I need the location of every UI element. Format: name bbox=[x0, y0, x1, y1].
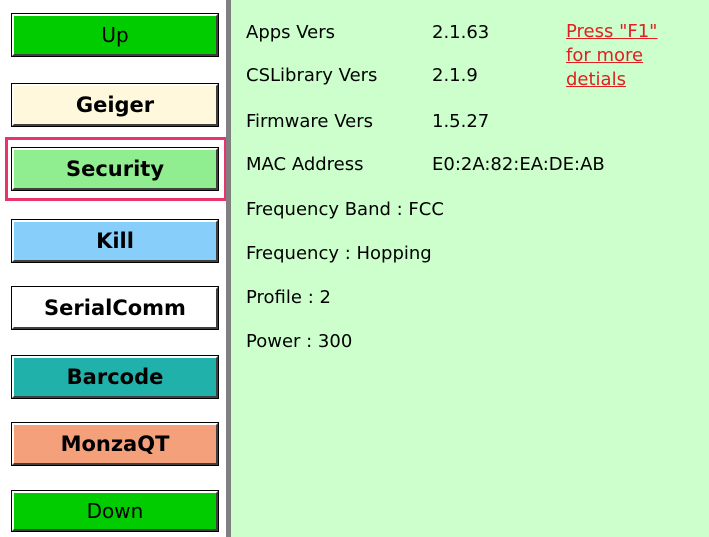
firmware-version-value: 1.5.27 bbox=[432, 111, 490, 132]
f1-help-line-3[interactable]: detials bbox=[566, 68, 657, 92]
barcode-button[interactable]: Barcode bbox=[11, 355, 219, 399]
mac-address-value: E0:2A:82:EA:DE:AB bbox=[432, 154, 605, 175]
frequency: Frequency : Hopping bbox=[246, 243, 432, 264]
f1-help-line-2[interactable]: for more bbox=[566, 44, 657, 68]
monzaqt-button[interactable]: MonzaQT bbox=[11, 422, 219, 466]
profile: Profile : 2 bbox=[246, 287, 331, 308]
down-button[interactable]: Down bbox=[11, 490, 219, 532]
kill-button[interactable]: Kill bbox=[11, 219, 219, 263]
serialcomm-button[interactable]: SerialComm bbox=[11, 286, 219, 330]
geiger-button[interactable]: Geiger bbox=[11, 83, 219, 127]
up-button[interactable]: Up bbox=[11, 13, 219, 57]
button-panel: Up Geiger Security Kill SerialComm Barco… bbox=[0, 0, 231, 537]
f1-help-link[interactable]: Press "F1" for more detials bbox=[566, 20, 657, 92]
cslibrary-version-label: CSLibrary Vers bbox=[246, 65, 378, 86]
mac-address-label: MAC Address bbox=[246, 154, 364, 175]
frequency-band: Frequency Band : FCC bbox=[246, 199, 444, 220]
f1-help-line-1[interactable]: Press "F1" bbox=[566, 20, 657, 44]
apps-version-label: Apps Vers bbox=[246, 22, 336, 43]
power: Power : 300 bbox=[246, 331, 353, 352]
apps-version-value: 2.1.63 bbox=[432, 22, 490, 43]
cslibrary-version-value: 2.1.9 bbox=[432, 65, 478, 86]
firmware-version-label: Firmware Vers bbox=[246, 111, 373, 132]
selection-highlight bbox=[5, 137, 227, 201]
